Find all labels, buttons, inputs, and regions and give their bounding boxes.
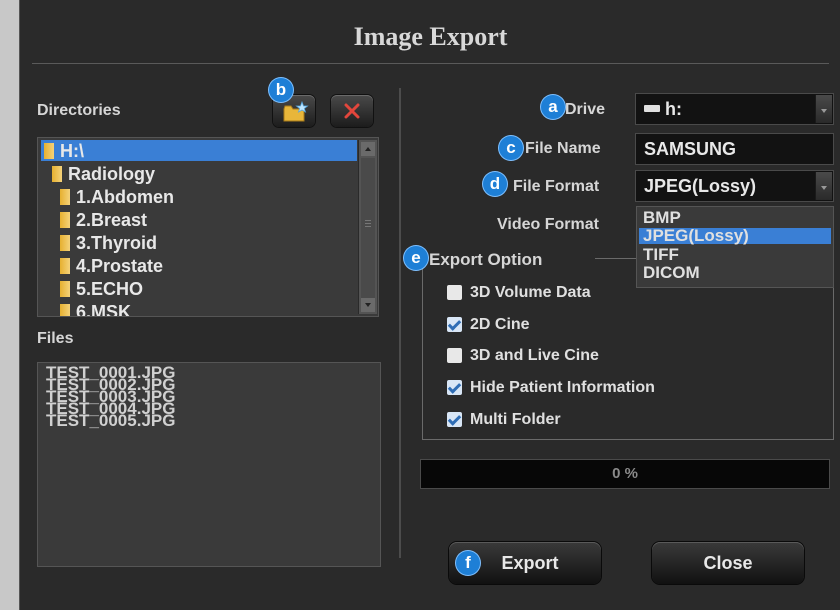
checkbox-hide-patient-information[interactable]	[447, 380, 462, 395]
column-divider	[399, 88, 401, 558]
drive-value: h:	[665, 99, 682, 119]
scroll-up-button[interactable]	[361, 142, 375, 156]
drive-select[interactable]: h:	[635, 93, 834, 125]
tree-item-drive[interactable]: H:\	[44, 141, 84, 162]
checkbox-label: 2D Cine	[470, 316, 530, 333]
checkbox-label: Multi Folder	[470, 411, 561, 428]
tree-item-echo[interactable]: 5.ECHO	[60, 279, 143, 300]
drive-label: Drive	[565, 101, 606, 118]
badge-b: b	[269, 78, 293, 102]
list-item[interactable]: TEST_0005.JPG	[46, 412, 175, 429]
file-name-input[interactable]: SAMSUNG	[635, 133, 834, 165]
scroll-thumb[interactable]	[361, 158, 375, 298]
dropdown-option-jpeg[interactable]: JPEG(Lossy)	[639, 227, 831, 244]
tree-selection-highlight	[41, 140, 357, 161]
folder-icon	[60, 304, 70, 316]
tree-item-label: 3.Thyroid	[76, 233, 158, 253]
checkbox-label: 3D and Live Cine	[470, 347, 599, 364]
folder-icon	[60, 281, 70, 297]
checkbox-label: 3D Volume Data	[470, 284, 591, 301]
scroll-grip-icon	[365, 220, 371, 221]
image-export-dialog: Image Export Directories b H:\ Radiology…	[19, 0, 840, 610]
file-format-label: File Format	[513, 178, 600, 195]
file-list[interactable]: TEST_0001.JPG TEST_0002.JPG TEST_0003.JP…	[37, 362, 381, 567]
tree-item-label: 2.Breast	[76, 210, 148, 230]
folder-icon	[44, 143, 54, 159]
tree-item-label: 4.Prostate	[76, 256, 164, 276]
files-label: Files	[37, 330, 74, 347]
directories-label: Directories	[37, 102, 121, 119]
export-progress-bar: 0 %	[420, 459, 830, 489]
chevron-down-icon[interactable]	[815, 95, 832, 123]
delete-icon	[344, 103, 360, 119]
file-name-label: File Name	[525, 140, 601, 157]
scroll-down-arrow-icon	[365, 303, 371, 307]
drive-icon	[644, 105, 660, 112]
badge-d: d	[483, 172, 507, 196]
tree-item-radiology[interactable]: Radiology	[52, 164, 155, 185]
dropdown-option-bmp[interactable]: BMP	[639, 209, 831, 226]
badge-f: f	[456, 551, 480, 575]
dialog-title: Image Export	[353, 22, 508, 51]
tree-item-breast[interactable]: 2.Breast	[60, 210, 147, 231]
folder-icon	[60, 212, 70, 228]
tree-item-msk[interactable]: 6.MSK	[60, 302, 132, 317]
dropdown-option-tiff[interactable]: TIFF	[639, 246, 831, 263]
file-format-value: JPEG(Lossy)	[644, 176, 757, 196]
tree-item-label: 5.ECHO	[76, 279, 144, 299]
close-button[interactable]: Close	[652, 542, 804, 584]
progress-text: 0 %	[612, 465, 638, 482]
new-folder-icon	[283, 101, 309, 122]
checkbox-label: Hide Patient Information	[470, 379, 655, 396]
file-format-select[interactable]: JPEG(Lossy)	[635, 170, 834, 202]
chevron-down-icon[interactable]	[815, 172, 832, 200]
tree-item-label: 6.MSK	[76, 302, 132, 317]
tree-item-label: H:\	[60, 141, 84, 161]
folder-icon	[52, 166, 62, 182]
badge-c: c	[499, 136, 523, 160]
export-option-label: Export Option	[429, 250, 543, 269]
tree-scrollbar[interactable]	[358, 140, 377, 314]
dropdown-option-dicom[interactable]: DICOM	[639, 264, 831, 281]
checkbox-3d-volume-data[interactable]	[447, 285, 462, 300]
tree-item-thyroid[interactable]: 3.Thyroid	[60, 233, 157, 254]
tree-item-prostate[interactable]: 4.Prostate	[60, 256, 163, 277]
tree-item-label: 1.Abdomen	[76, 187, 175, 207]
delete-button[interactable]	[331, 95, 373, 127]
title-divider	[32, 63, 829, 64]
video-format-label: Video Format	[497, 216, 599, 233]
badge-e: e	[404, 246, 428, 270]
tree-item-label: Radiology	[68, 164, 156, 184]
directory-tree[interactable]: H:\ Radiology 1.Abdomen 2.Breast 3.Thyro…	[37, 137, 379, 317]
badge-a: a	[541, 95, 565, 119]
scroll-down-button[interactable]	[361, 298, 375, 312]
folder-icon	[60, 258, 70, 274]
tree-item-abdomen[interactable]: 1.Abdomen	[60, 187, 174, 208]
folder-icon	[60, 189, 70, 205]
folder-icon	[60, 235, 70, 251]
export-button-label: Export	[501, 553, 559, 573]
checkbox-multi-folder[interactable]	[447, 412, 462, 427]
scroll-up-arrow-icon	[365, 147, 371, 151]
checkbox-2d-cine[interactable]	[447, 317, 462, 332]
file-format-dropdown-list[interactable]: BMP JPEG(Lossy) TIFF DICOM	[636, 206, 834, 288]
checkbox-3d-live-cine[interactable]	[447, 348, 462, 363]
